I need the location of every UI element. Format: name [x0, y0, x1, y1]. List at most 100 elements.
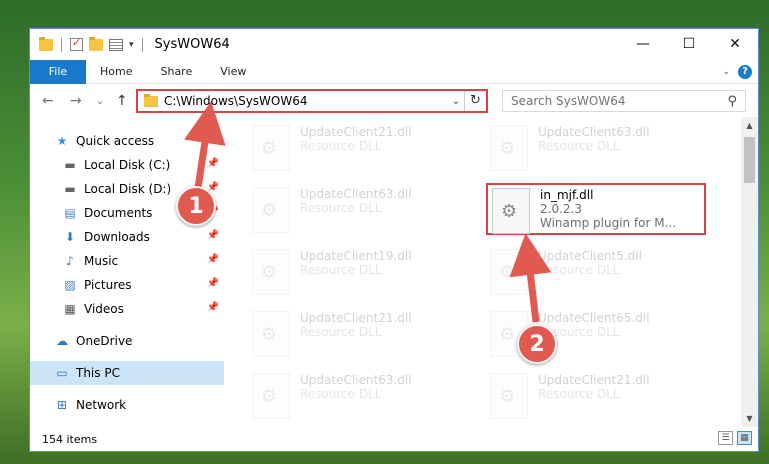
- file-meta: UpdateClient21.dll Resource DLL: [300, 125, 412, 177]
- tab-file[interactable]: File: [30, 59, 86, 84]
- folder-icon: [144, 93, 158, 107]
- file-item[interactable]: UpdateClient63.dllResource DLL: [252, 187, 472, 239]
- file-type: Resource DLL: [300, 201, 382, 215]
- file-name: UpdateClient19.dll: [300, 249, 412, 263]
- sidebar-item-label: Documents: [84, 206, 153, 220]
- view-switcher: ☰ ▦: [718, 431, 752, 445]
- sidebar-item[interactable]: ☁ OneDrive: [30, 329, 224, 353]
- scroll-up-icon[interactable]: ▲: [741, 117, 758, 134]
- close-button[interactable]: ✕: [712, 29, 758, 58]
- file-name: UpdateClient63.dll: [538, 125, 650, 139]
- pin-icon[interactable]: 📌: [207, 302, 219, 313]
- up-arrow-icon[interactable]: ↑: [116, 93, 128, 109]
- pin-icon[interactable]: 📌: [207, 158, 219, 169]
- refresh-icon[interactable]: ↻: [464, 91, 486, 111]
- file-list: UpdateClient21.dllResource DLLUpdateClie…: [228, 121, 738, 425]
- dll-file-icon: [492, 188, 530, 234]
- sidebar-item-label: This PC: [76, 366, 120, 380]
- pin-icon[interactable]: 📌: [207, 278, 219, 289]
- minimize-button[interactable]: —: [620, 29, 666, 58]
- file-item[interactable]: UpdateClient21.dllResource DLL: [252, 125, 472, 177]
- file-item[interactable]: UpdateClient21.dllResource DLL: [490, 373, 710, 425]
- help-icon[interactable]: ?: [738, 65, 752, 79]
- file-meta: UpdateClient63.dll Resource DLL: [300, 187, 412, 239]
- sidebar-item[interactable]: ★ Quick access: [30, 129, 224, 153]
- search-icon[interactable]: ⚲: [727, 94, 737, 109]
- sidebar-item[interactable]: ⬇ Downloads 📌: [30, 225, 224, 249]
- sidebar-item[interactable]: ▦ Videos 📌: [30, 297, 224, 321]
- file-version: 2.0.2.3: [540, 202, 582, 216]
- forward-arrow-icon[interactable]: →: [70, 93, 82, 109]
- file-item[interactable]: UpdateClient63.dllResource DLL: [252, 373, 472, 425]
- file-type: Resource DLL: [300, 325, 382, 339]
- quick-access-toolbar: ▾: [30, 36, 145, 52]
- documents-icon: ▤: [64, 206, 76, 220]
- address-dropdown-icon[interactable]: ⌄: [448, 96, 464, 107]
- scroll-down-icon[interactable]: ▼: [741, 410, 758, 427]
- address-bar[interactable]: C:\Windows\SysWOW64 ⌄ ↻: [136, 89, 488, 113]
- file-item[interactable]: in_mjf.dll2.0.2.3Winamp plugin for M...: [486, 183, 706, 235]
- customize-icon[interactable]: [109, 38, 123, 51]
- folder-icon: [39, 36, 53, 51]
- pin-icon[interactable]: 📌: [207, 254, 219, 265]
- ribbon-controls: ⌄ ?: [722, 65, 752, 79]
- dll-file-icon: [490, 125, 528, 171]
- sidebar-item-label: Videos: [84, 302, 124, 316]
- sidebar-item-label: Music: [84, 254, 119, 268]
- step-marker-1: 1: [176, 186, 216, 226]
- file-item[interactable]: UpdateClient63.dllResource DLL: [490, 125, 710, 177]
- file-meta: UpdateClient63.dll Resource DLL: [538, 125, 650, 177]
- tab-home[interactable]: Home: [86, 60, 146, 84]
- sidebar-item-label: Pictures: [84, 278, 132, 292]
- back-arrow-icon[interactable]: ←: [42, 93, 54, 109]
- step-marker-2: 2: [517, 324, 557, 364]
- sidebar-item-label: Network: [76, 398, 127, 412]
- file-meta: UpdateClient19.dll Resource DLL: [300, 249, 412, 301]
- details-view-icon[interactable]: ☰: [718, 431, 733, 445]
- navigation-pane: ★ Quick access ▬ Local Disk (C:) 📌 ▬ Local Dis…: [30, 123, 225, 423]
- recent-locations-icon[interactable]: ⌄: [96, 96, 104, 107]
- sidebar-item[interactable]: ♪ Music 📌: [30, 249, 224, 273]
- pin-icon[interactable]: 📌: [207, 230, 219, 241]
- tab-share[interactable]: Share: [146, 60, 206, 84]
- expand-ribbon-icon[interactable]: ⌄: [722, 67, 730, 77]
- properties-check-icon[interactable]: [70, 36, 83, 51]
- search-box[interactable]: ⚲: [502, 90, 746, 112]
- tab-view[interactable]: View: [206, 60, 260, 84]
- file-type: Resource DLL: [300, 139, 382, 153]
- file-name: UpdateClient21.dll: [300, 311, 412, 325]
- search-input[interactable]: [511, 94, 701, 108]
- sidebar-item[interactable]: ▨ Pictures 📌: [30, 273, 224, 297]
- file-name: UpdateClient65.dll: [538, 311, 650, 325]
- file-item[interactable]: UpdateClient19.dllResource DLL: [252, 249, 472, 301]
- sidebar-item[interactable]: ⊞ Network: [30, 393, 224, 417]
- sidebar-item[interactable]: ▭ This PC: [30, 361, 224, 385]
- onedrive-icon: ☁: [56, 334, 68, 348]
- title-bar: ▾ SysWOW64 — ☐ ✕: [30, 29, 758, 60]
- sidebar-item[interactable]: ▬ Local Disk (C:) 📌: [30, 153, 224, 177]
- downloads-icon: ⬇: [64, 230, 76, 244]
- file-description: Winamp plugin for M...: [540, 216, 677, 230]
- file-meta: UpdateClient63.dll Resource DLL: [300, 373, 412, 425]
- sidebar-item-label: OneDrive: [76, 334, 133, 348]
- maximize-button[interactable]: ☐: [666, 29, 712, 58]
- toolbar-dropdown-icon[interactable]: ▾: [129, 40, 134, 50]
- file-meta: UpdateClient5.dll Resource DLL: [538, 249, 642, 301]
- drive-icon: ▬: [64, 182, 76, 196]
- dll-file-icon: [252, 187, 290, 233]
- file-item[interactable]: UpdateClient5.dllResource DLL: [490, 249, 710, 301]
- file-meta: UpdateClient21.dll Resource DLL: [300, 311, 412, 363]
- vertical-scrollbar[interactable]: ▲ ▼: [741, 117, 758, 427]
- file-type: Resource DLL: [538, 139, 620, 153]
- file-item[interactable]: UpdateClient21.dllResource DLL: [252, 311, 472, 363]
- star-icon: ★: [56, 134, 68, 148]
- tiles-view-icon[interactable]: ▦: [737, 431, 752, 445]
- item-count: 154 items: [42, 432, 98, 446]
- dll-file-icon: [490, 249, 528, 295]
- window-title: SysWOW64: [154, 37, 230, 52]
- scroll-thumb[interactable]: [744, 137, 755, 183]
- network-icon: ⊞: [56, 398, 68, 412]
- address-path[interactable]: C:\Windows\SysWOW64: [164, 94, 448, 108]
- navigation-row: ← → ⌄ ↑ C:\Windows\SysWOW64 ⌄ ↻ ⚲: [30, 85, 758, 117]
- new-folder-icon[interactable]: [89, 36, 103, 51]
